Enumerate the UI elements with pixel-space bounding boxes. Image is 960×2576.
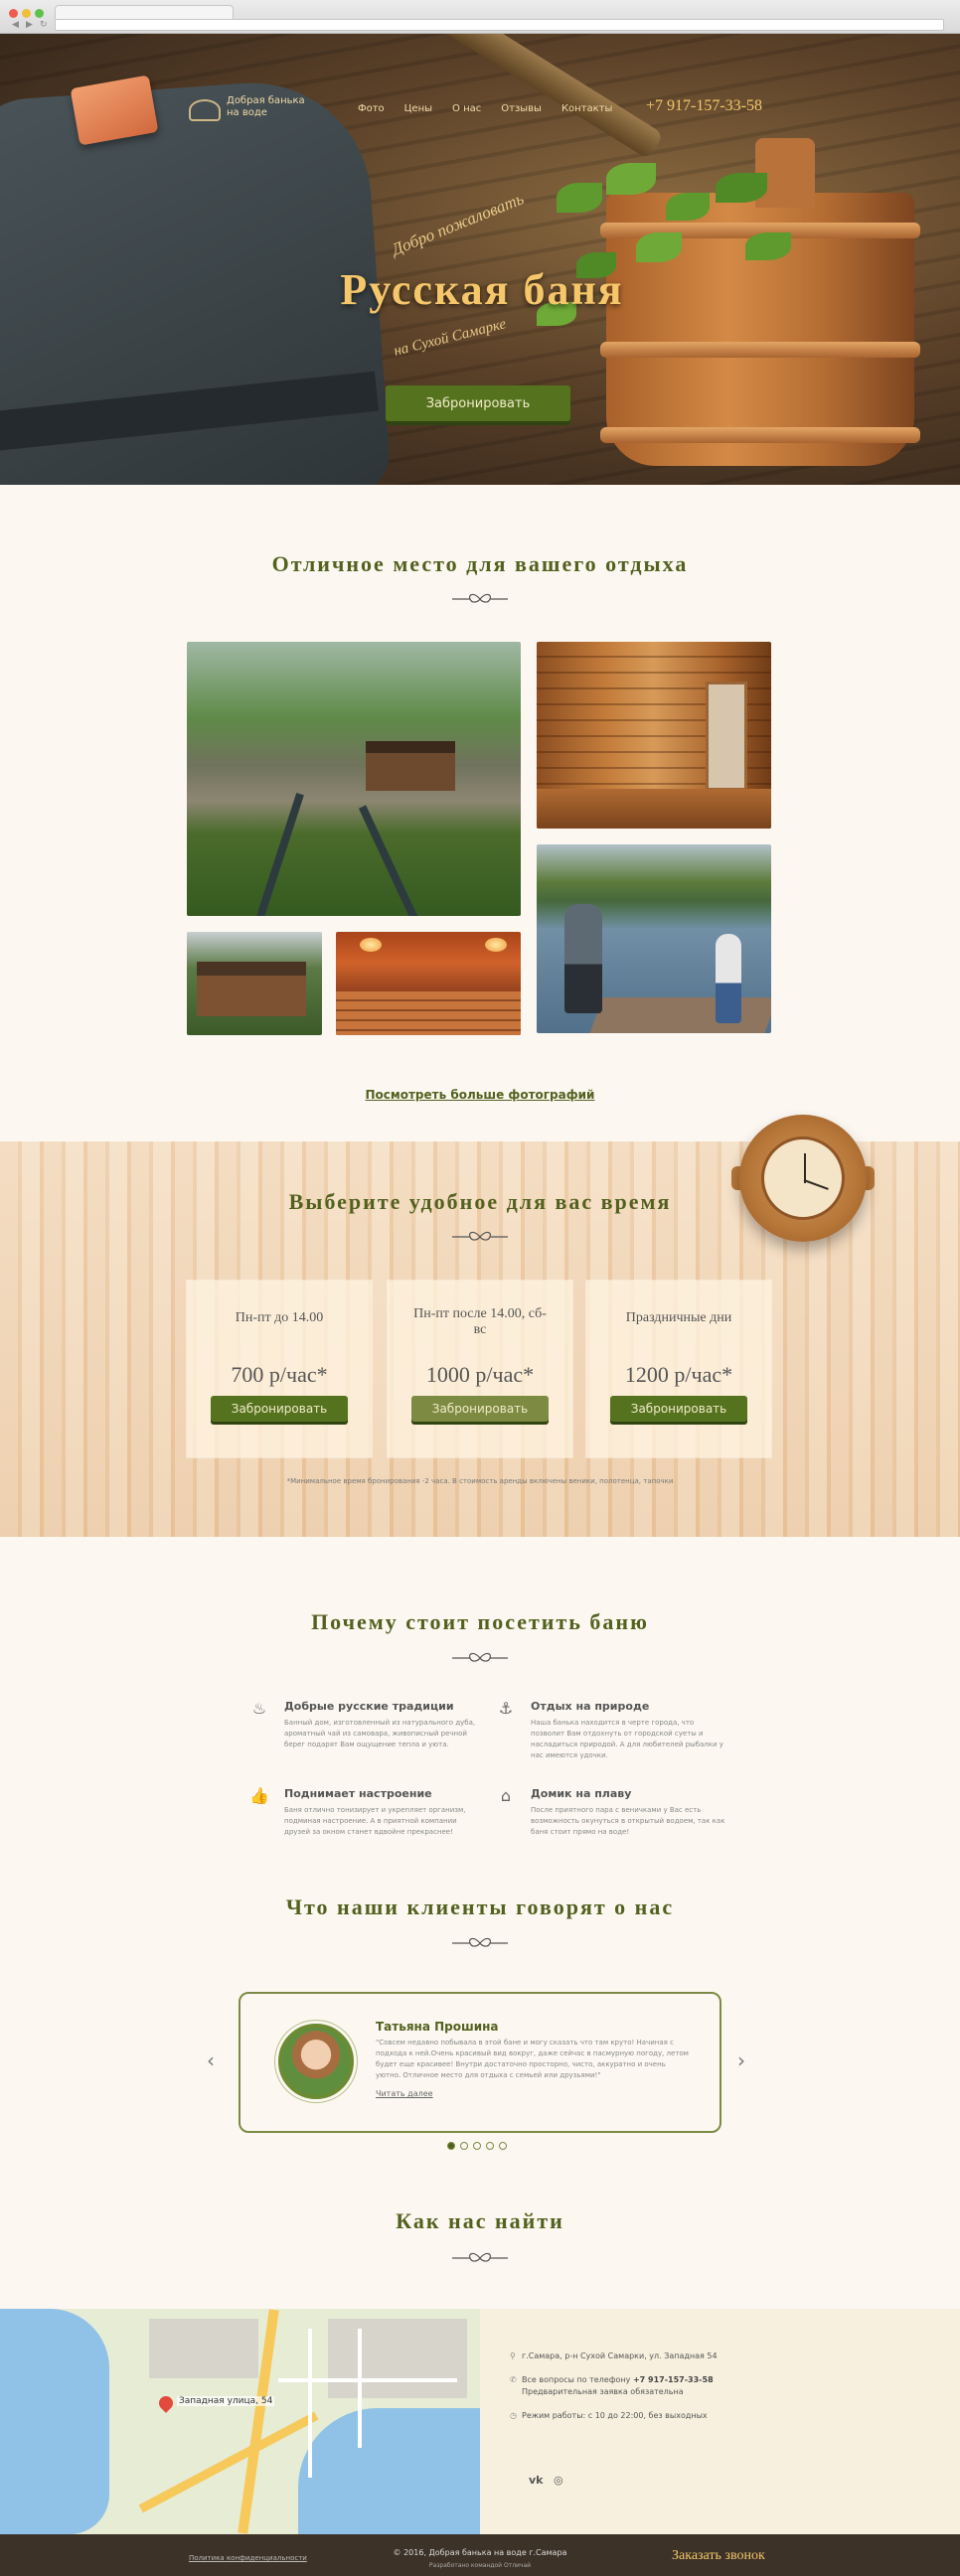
feature-text: Наша банька находится в черте города, чт… <box>531 1719 723 1759</box>
contact-info: ⚲ г.Самара, р-н Сухой Самарки, ул. Западн… <box>480 2309 960 2534</box>
page: Добрая банька на воде Фото Цены О нас От… <box>0 34 960 2576</box>
feature-title: Поднимает настроение <box>284 1787 432 1800</box>
pagination-dot[interactable] <box>473 2142 481 2150</box>
photo-house-boat[interactable] <box>187 932 322 1035</box>
menu-item-prices[interactable]: Цены <box>404 103 432 119</box>
ornament-icon <box>452 1231 508 1241</box>
ornament-icon <box>452 1937 508 1947</box>
price-card-name: Пн-пт после 14.00, сб-вс <box>413 1306 547 1337</box>
ornament-icon <box>452 1652 508 1662</box>
map-pin-icon[interactable] <box>156 2393 176 2413</box>
next-review-arrow-icon[interactable]: › <box>737 2048 745 2072</box>
price-card-value: 1200 р/час* <box>624 1362 733 1387</box>
forward-icon[interactable]: ▶ <box>26 20 33 30</box>
main-menu: Фото Цены О нас Отзывы Контакты <box>358 103 612 119</box>
close-window-icon[interactable] <box>9 9 18 18</box>
menu-item-reviews[interactable]: Отзывы <box>501 103 542 119</box>
contact-hours: ◷ Режим работы: с 10 до 22:00, без выходн… <box>510 2411 708 2420</box>
thumb-up-icon: 👍 <box>249 1786 269 1805</box>
price-card-holidays: Праздничные дни 1200 р/час* Забронироват… <box>586 1281 771 1457</box>
bathhouse-logo-icon <box>189 99 221 121</box>
house-boat-icon: ⌂ <box>500 1786 512 1805</box>
price-card-weekday-evening: Пн-пт после 14.00, сб-вс 1000 р/час* Заб… <box>388 1281 572 1457</box>
logo-line-2: на воде <box>227 107 267 118</box>
contact-phone-number[interactable]: +7 917-157-33-58 <box>633 2375 714 2384</box>
pagination-dot[interactable] <box>486 2142 494 2150</box>
maximize-window-icon[interactable] <box>35 9 44 18</box>
instagram-icon[interactable]: ◎ <box>554 2474 563 2487</box>
review-card: Татьяна Прошина "Совсем недавно побывала… <box>239 1992 721 2133</box>
gallery-title: Отличное место для вашего отдыха <box>271 551 689 576</box>
contact-address: ⚲ г.Самара, р-н Сухой Самарки, ул. Западн… <box>510 2351 718 2360</box>
price-book-button[interactable]: Забронировать <box>610 1396 747 1422</box>
read-more-link[interactable]: Читать далее <box>376 2089 433 2098</box>
browser-toolbar: ◀ ▶ ↻ <box>0 0 960 34</box>
photo-river-pier[interactable] <box>187 642 521 916</box>
pagination-dot[interactable] <box>460 2142 468 2150</box>
address-bar[interactable] <box>55 19 944 31</box>
callback-link[interactable]: Заказать звонок <box>672 2548 765 2564</box>
menu-item-photo[interactable]: Фото <box>358 103 385 119</box>
price-book-button[interactable]: Забронировать <box>211 1396 348 1422</box>
reload-icon[interactable]: ↻ <box>40 20 48 30</box>
birch-leaves-image <box>517 143 815 362</box>
price-note: *Минимальное время бронирования -2 часа.… <box>286 1477 674 1485</box>
feature-title: Отдых на природе <box>531 1700 650 1713</box>
photo-fishing[interactable] <box>537 844 771 1033</box>
price-card-name: Пн-пт до 14.00 <box>235 1310 324 1325</box>
feature-text: После приятного пара с веничками у Вас е… <box>531 1806 725 1836</box>
vk-icon[interactable]: vk <box>529 2474 544 2487</box>
ornament-icon <box>452 593 508 603</box>
price-card-name: Праздничные дни <box>625 1310 732 1325</box>
more-photos-link[interactable]: Посмотреть больше фотографий <box>0 1088 960 1102</box>
header-phone[interactable]: +7 917-157-33-58 <box>646 97 762 115</box>
menu-item-contacts[interactable]: Контакты <box>561 103 612 119</box>
back-icon[interactable]: ◀ <box>12 20 19 30</box>
reviewer-name: Татьяна Прошина <box>376 2020 499 2034</box>
contacts-title: Как нас найти <box>396 2208 564 2233</box>
feature-title: Добрые русские традиции <box>284 1700 454 1713</box>
prev-review-arrow-icon[interactable]: ‹ <box>207 2048 215 2072</box>
hero-book-button[interactable]: Забронировать <box>386 385 570 421</box>
hero-title: Русская баня <box>340 265 624 314</box>
phone-icon: ✆ <box>510 2375 517 2384</box>
photo-interior[interactable] <box>537 642 771 829</box>
prices-title: Выберите удобное для вас время <box>288 1189 672 1214</box>
price-book-button[interactable]: Забронировать <box>411 1396 549 1422</box>
clock-icon: ◷ <box>510 2411 517 2420</box>
minimize-window-icon[interactable] <box>22 9 31 18</box>
map-label: Западная улица, 54 <box>177 2396 275 2406</box>
price-card-weekday-morning: Пн-пт до 14.00 700 р/час* Забронировать <box>187 1281 372 1457</box>
why-title: Почему стоит посетить баню <box>311 1609 649 1634</box>
photo-sauna[interactable] <box>336 932 521 1035</box>
footer: Политика конфиденциальности © 2016, Добр… <box>0 2534 960 2576</box>
avatar <box>278 2024 354 2099</box>
feature-text: Банный дом, изготовленный из натуральног… <box>284 1719 476 1748</box>
review-pagination <box>447 2142 507 2150</box>
clock-decoration <box>731 1115 875 1242</box>
bucket-hoop <box>600 427 920 443</box>
copyright: © 2016, Добрая банька на воде г.Самара <box>393 2548 567 2557</box>
feature-title: Домик на плаву <box>531 1787 632 1800</box>
logo-line-1: Добрая банька <box>227 95 305 106</box>
feature-text: Баня отлично тонизирует и укрепляет орга… <box>284 1806 466 1836</box>
hero-section: Добрая банька на воде Фото Цены О нас От… <box>0 34 960 485</box>
review-text: "Совсем недавно побывала в этой бане и м… <box>376 2039 689 2079</box>
menu-item-about[interactable]: О нас <box>452 103 481 119</box>
developer-credit: Разработано командой Отличай <box>428 2562 532 2569</box>
map[interactable]: Западная улица, 54 <box>0 2309 480 2534</box>
browser-tab[interactable] <box>55 5 234 19</box>
site-logo[interactable]: Добрая банька на воде <box>189 95 308 125</box>
pagination-dot[interactable] <box>499 2142 507 2150</box>
ornament-icon <box>452 2252 508 2262</box>
fishing-icon: ⚓ <box>498 1699 514 1718</box>
price-card-value: 1000 р/час* <box>425 1362 535 1387</box>
contact-phone: ✆ Все вопросы по телефону +7 917-157-33-5… <box>510 2375 714 2396</box>
location-icon: ⚲ <box>510 2351 516 2360</box>
reviews-title: Что наши клиенты говорят о нас <box>285 1894 675 1919</box>
samovar-icon: ♨ <box>251 1699 267 1718</box>
price-card-value: 700 р/час* <box>231 1362 328 1387</box>
pagination-dot[interactable] <box>447 2142 455 2150</box>
